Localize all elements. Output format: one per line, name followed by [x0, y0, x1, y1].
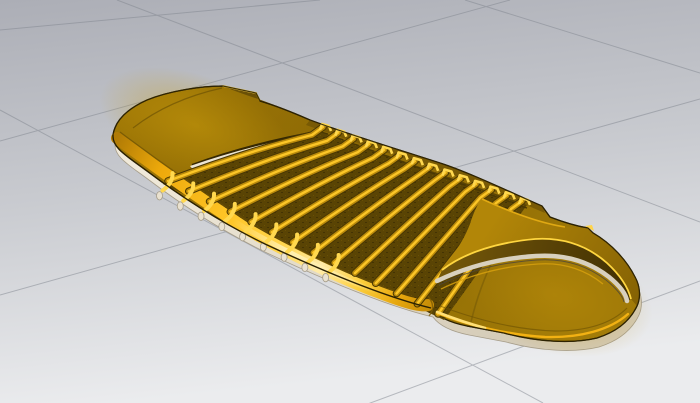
- cad-viewport-canvas[interactable]: [0, 0, 700, 403]
- cad-viewport[interactable]: [0, 0, 700, 403]
